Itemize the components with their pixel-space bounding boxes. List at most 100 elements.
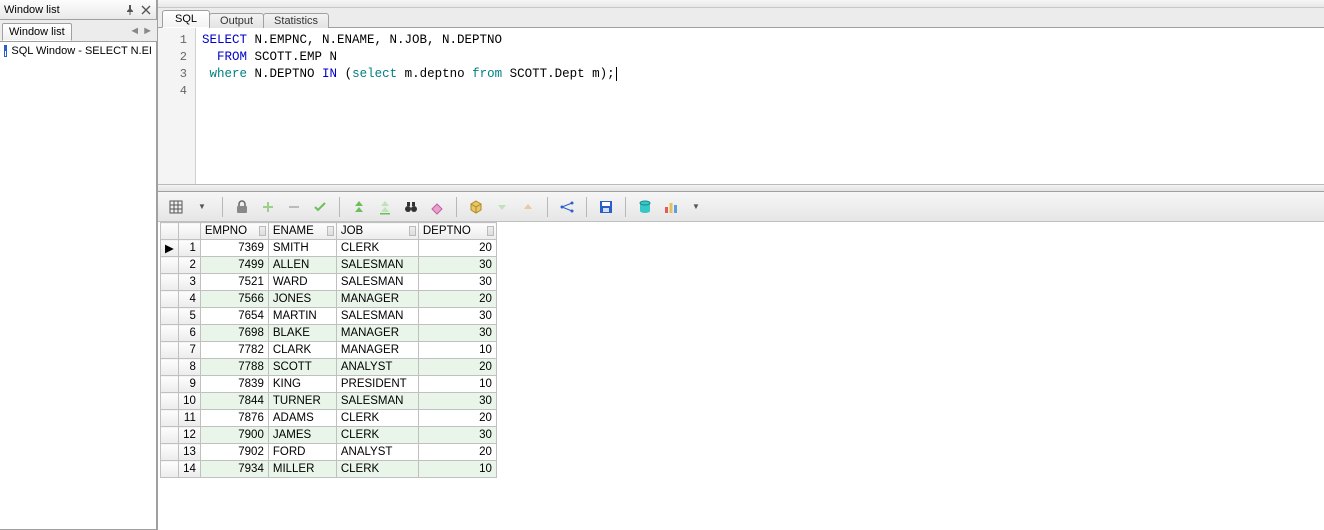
tab-statistics[interactable]: Statistics bbox=[263, 13, 329, 29]
lock-icon[interactable] bbox=[231, 196, 253, 218]
tree-item-sqlwindow[interactable]: SQL Window - SELECT N.EI bbox=[2, 44, 154, 58]
cell-ename[interactable]: SMITH bbox=[268, 240, 336, 257]
cell-deptno[interactable]: 10 bbox=[418, 342, 496, 359]
cell-job[interactable]: MANAGER bbox=[336, 325, 418, 342]
cell-empno[interactable]: 7499 bbox=[200, 257, 268, 274]
cell-empno[interactable]: 7654 bbox=[200, 308, 268, 325]
cell-deptno[interactable]: 30 bbox=[418, 308, 496, 325]
nav-prev-icon[interactable]: ◄ bbox=[129, 25, 140, 37]
cell-empno[interactable]: 7876 bbox=[200, 410, 268, 427]
sidebar-tab-windowlist[interactable]: Window list bbox=[2, 23, 72, 41]
plus-icon[interactable] bbox=[257, 196, 279, 218]
cube-icon[interactable] bbox=[465, 196, 487, 218]
cell-ename[interactable]: WARD bbox=[268, 274, 336, 291]
cell-deptno[interactable]: 20 bbox=[418, 444, 496, 461]
cell-job[interactable]: ANALYST bbox=[336, 359, 418, 376]
row-number[interactable]: 9 bbox=[178, 376, 200, 393]
cell-deptno[interactable]: 30 bbox=[418, 427, 496, 444]
code-line[interactable]: where N.DEPTNO IN (select m.deptno from … bbox=[202, 66, 1318, 83]
fetch-all-icon[interactable] bbox=[374, 196, 396, 218]
cell-empno[interactable]: 7839 bbox=[200, 376, 268, 393]
table-row[interactable]: 107844TURNERSALESMAN30 bbox=[161, 393, 497, 410]
row-number[interactable]: 2 bbox=[178, 257, 200, 274]
row-indicator[interactable] bbox=[161, 257, 179, 274]
col-resize-handle[interactable] bbox=[327, 226, 334, 236]
table-row[interactable]: 77782CLARKMANAGER10 bbox=[161, 342, 497, 359]
cell-deptno[interactable]: 30 bbox=[418, 274, 496, 291]
dropdown-icon[interactable]: ▼ bbox=[192, 196, 214, 218]
cell-job[interactable]: CLERK bbox=[336, 240, 418, 257]
row-number[interactable]: 13 bbox=[178, 444, 200, 461]
cell-job[interactable]: MANAGER bbox=[336, 291, 418, 308]
cell-job[interactable]: SALESMAN bbox=[336, 257, 418, 274]
cell-empno[interactable]: 7369 bbox=[200, 240, 268, 257]
cell-ename[interactable]: SCOTT bbox=[268, 359, 336, 376]
table-row[interactable]: 117876ADAMSCLERK20 bbox=[161, 410, 497, 427]
row-indicator[interactable] bbox=[161, 427, 179, 444]
col-resize-handle[interactable] bbox=[487, 226, 494, 236]
cell-empno[interactable]: 7844 bbox=[200, 393, 268, 410]
row-number[interactable]: 5 bbox=[178, 308, 200, 325]
cell-empno[interactable]: 7902 bbox=[200, 444, 268, 461]
code-area[interactable]: SELECT N.EMPNC, N.ENAME, N.JOB, N.DEPTNO… bbox=[196, 28, 1324, 191]
row-indicator[interactable] bbox=[161, 342, 179, 359]
row-indicator[interactable] bbox=[161, 393, 179, 410]
row-indicator[interactable] bbox=[161, 308, 179, 325]
table-row[interactable]: 87788SCOTTANALYST20 bbox=[161, 359, 497, 376]
code-line[interactable]: FROM SCOTT.EMP N bbox=[202, 49, 1318, 66]
cell-job[interactable]: SALESMAN bbox=[336, 274, 418, 291]
sql-editor[interactable]: 1234 SELECT N.EMPNC, N.ENAME, N.JOB, N.D… bbox=[158, 28, 1324, 192]
binoculars-icon[interactable] bbox=[400, 196, 422, 218]
cell-deptno[interactable]: 20 bbox=[418, 359, 496, 376]
row-indicator[interactable] bbox=[161, 291, 179, 308]
fetch-next-icon[interactable] bbox=[348, 196, 370, 218]
row-indicator[interactable] bbox=[161, 325, 179, 342]
row-indicator[interactable] bbox=[161, 461, 179, 478]
db-icon[interactable] bbox=[634, 196, 656, 218]
row-number[interactable]: 8 bbox=[178, 359, 200, 376]
cell-job[interactable]: CLERK bbox=[336, 427, 418, 444]
cell-empno[interactable]: 7698 bbox=[200, 325, 268, 342]
col-header-deptno[interactable]: DEPTNO bbox=[418, 223, 496, 240]
cell-empno[interactable]: 7934 bbox=[200, 461, 268, 478]
results-grid[interactable]: EMPNOENAMEJOBDEPTNO▶17369SMITHCLERK20274… bbox=[160, 222, 497, 478]
link-icon[interactable] bbox=[556, 196, 578, 218]
table-row[interactable]: 67698BLAKEMANAGER30 bbox=[161, 325, 497, 342]
cell-empno[interactable]: 7521 bbox=[200, 274, 268, 291]
cell-job[interactable]: MANAGER bbox=[336, 342, 418, 359]
cell-empno[interactable]: 7788 bbox=[200, 359, 268, 376]
col-resize-handle[interactable] bbox=[409, 226, 416, 236]
cell-ename[interactable]: BLAKE bbox=[268, 325, 336, 342]
chart-icon[interactable] bbox=[660, 196, 682, 218]
cell-ename[interactable]: JONES bbox=[268, 291, 336, 308]
row-number[interactable]: 3 bbox=[178, 274, 200, 291]
row-number[interactable]: 1 bbox=[178, 240, 200, 257]
cell-job[interactable]: ANALYST bbox=[336, 444, 418, 461]
col-resize-handle[interactable] bbox=[259, 226, 266, 236]
cell-deptno[interactable]: 20 bbox=[418, 410, 496, 427]
cell-deptno[interactable]: 10 bbox=[418, 461, 496, 478]
cell-job[interactable]: SALESMAN bbox=[336, 308, 418, 325]
cell-deptno[interactable]: 20 bbox=[418, 291, 496, 308]
cell-deptno[interactable]: 20 bbox=[418, 240, 496, 257]
row-number[interactable]: 14 bbox=[178, 461, 200, 478]
pin-icon[interactable] bbox=[124, 4, 136, 16]
table-row[interactable]: 57654MARTINSALESMAN30 bbox=[161, 308, 497, 325]
row-number[interactable]: 6 bbox=[178, 325, 200, 342]
col-header-empno[interactable]: EMPNO bbox=[200, 223, 268, 240]
row-indicator[interactable] bbox=[161, 444, 179, 461]
row-indicator[interactable] bbox=[161, 376, 179, 393]
row-indicator[interactable]: ▶ bbox=[161, 240, 179, 257]
up-arrow-icon[interactable] bbox=[517, 196, 539, 218]
cell-ename[interactable]: MILLER bbox=[268, 461, 336, 478]
table-row[interactable]: ▶17369SMITHCLERK20 bbox=[161, 240, 497, 257]
cell-ename[interactable]: CLARK bbox=[268, 342, 336, 359]
row-number[interactable]: 10 bbox=[178, 393, 200, 410]
cell-ename[interactable]: FORD bbox=[268, 444, 336, 461]
down-arrow-icon[interactable] bbox=[491, 196, 513, 218]
row-number[interactable]: 7 bbox=[178, 342, 200, 359]
row-indicator[interactable] bbox=[161, 274, 179, 291]
table-row[interactable]: 27499ALLENSALESMAN30 bbox=[161, 257, 497, 274]
row-number[interactable]: 11 bbox=[178, 410, 200, 427]
cell-job[interactable]: CLERK bbox=[336, 461, 418, 478]
